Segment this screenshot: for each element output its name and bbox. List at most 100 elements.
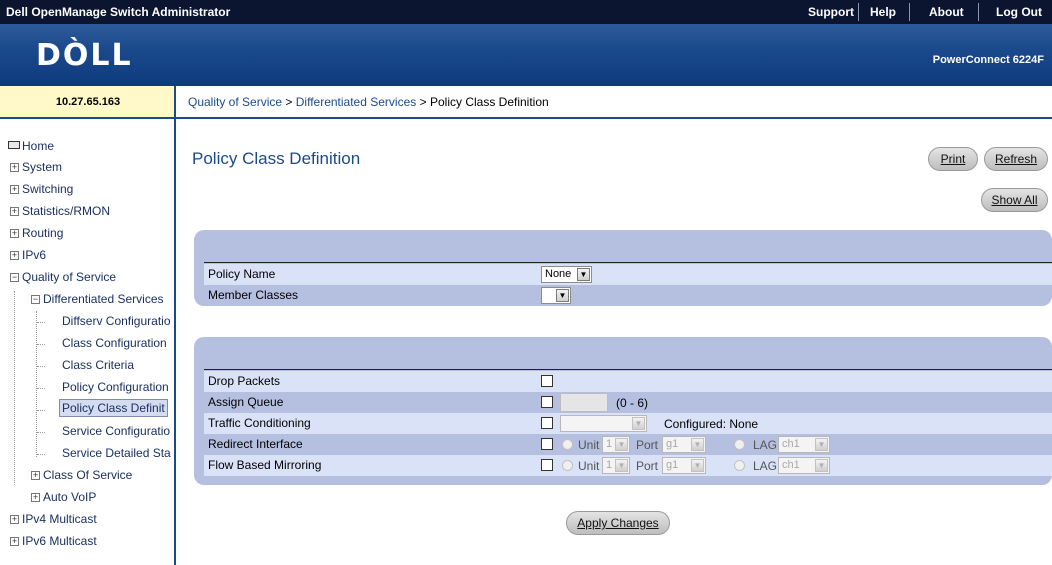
divider [978, 3, 979, 21]
drop-packets-row: Drop Packets [204, 371, 1052, 392]
sidebar-nav: Home + System + Switching + Statistics/RMON… [0, 119, 176, 565]
sidebar-item-qos[interactable]: − Quality of Service [10, 270, 116, 284]
sidebar-item-statistics[interactable]: + Statistics/RMON [10, 204, 110, 218]
tree-line [37, 388, 45, 389]
redirect-unit-value: 1 [606, 438, 613, 450]
breadcrumb-qos[interactable]: Quality of Service [188, 95, 282, 109]
support-link[interactable]: Support [808, 5, 854, 19]
redirect-lag-select[interactable]: ch1 ▼ [778, 436, 830, 453]
divider [909, 3, 910, 21]
show-all-button[interactable]: Show All [981, 188, 1048, 212]
tree-line [37, 454, 45, 455]
redirect-port-select[interactable]: g1 ▼ [662, 436, 706, 453]
flow-mirroring-label: Flow Based Mirroring [208, 458, 322, 472]
chevron-down-icon: ▼ [556, 289, 569, 302]
member-classes-row: Member Classes ▼ [204, 285, 1052, 306]
mirror-unit-radio[interactable] [562, 460, 573, 471]
expand-icon[interactable]: + [10, 185, 19, 194]
sidebar-item-class-of-service[interactable]: + Class Of Service [31, 468, 132, 482]
sidebar-item-label: IPv6 [22, 248, 47, 262]
main-content: Policy Class Definition Print Refresh Sh… [178, 121, 1052, 565]
assign-queue-checkbox[interactable] [541, 396, 553, 408]
sidebar-item-label: Routing [22, 226, 64, 240]
logout-link[interactable]: Log Out [996, 5, 1042, 19]
page-title: Policy Class Definition [192, 149, 361, 168]
sidebar-item-diffserv-config[interactable]: Diffserv Configuratio [62, 314, 171, 328]
apply-changes-button[interactable]: Apply Changes [566, 511, 670, 535]
member-classes-label: Member Classes [208, 288, 299, 302]
chevron-down-icon: ▼ [815, 438, 828, 451]
chevron-down-icon: ▼ [691, 438, 704, 451]
sidebar-item-label: Differentiated Services [43, 292, 164, 306]
redirect-unit-label: Unit [578, 438, 600, 452]
sidebar-item-label: Home [22, 139, 55, 153]
sidebar-item-home[interactable]: Home [8, 139, 54, 153]
sidebar-item-service-config[interactable]: Service Configuratio [62, 424, 170, 438]
expand-icon[interactable]: + [10, 163, 19, 172]
policy-name-select[interactable]: None ▼ [541, 266, 592, 283]
sidebar-item-auto-voip[interactable]: + Auto VoIP [31, 490, 96, 504]
sidebar-item-label: Auto VoIP [43, 490, 97, 504]
collapse-icon[interactable]: − [10, 273, 19, 282]
mirror-lag-radio[interactable] [734, 460, 745, 471]
sidebar-item-policy-config[interactable]: Policy Configuration [62, 380, 169, 394]
redirect-unit-select[interactable]: 1 ▼ [602, 436, 630, 453]
sidebar-item-service-detailed[interactable]: Service Detailed Sta [62, 446, 171, 460]
print-button[interactable]: Print [928, 147, 978, 171]
flow-mirroring-checkbox[interactable] [541, 459, 553, 471]
mirror-port-select[interactable]: g1 ▼ [662, 457, 706, 474]
sidebar-item-switching[interactable]: + Switching [10, 182, 73, 196]
breadcrumb-diffserv[interactable]: Differentiated Services [296, 95, 417, 109]
sidebar-item-ipv4-multicast[interactable]: + IPv4 Multicast [10, 512, 97, 526]
mirror-unit-value: 1 [606, 459, 613, 471]
expand-icon[interactable]: + [10, 207, 19, 216]
assign-queue-input[interactable] [560, 393, 608, 412]
mirror-lag-select[interactable]: ch1 ▼ [778, 457, 830, 474]
refresh-button[interactable]: Refresh [984, 147, 1048, 171]
expand-icon[interactable]: + [31, 471, 40, 480]
sidebar-item-system[interactable]: + System [10, 160, 62, 174]
sidebar-item-policy-class-definition[interactable]: Policy Class Definit [59, 399, 168, 417]
tree-line [36, 311, 37, 457]
sidebar-item-diffserv[interactable]: − Differentiated Services [31, 292, 164, 306]
tree-line [37, 410, 45, 411]
flow-mirroring-row: Flow Based Mirroring Unit 1 ▼ Port g1 ▼ … [204, 455, 1052, 476]
traffic-conditioning-select[interactable]: ▼ [560, 415, 647, 432]
configured-status: Configured: None [664, 417, 759, 431]
redirect-unit-radio[interactable] [562, 439, 573, 450]
traffic-conditioning-checkbox[interactable] [541, 417, 553, 429]
expand-icon[interactable]: + [10, 515, 19, 524]
drop-packets-checkbox[interactable] [541, 375, 553, 387]
sidebar-item-ipv6-multicast[interactable]: + IPv6 Multicast [10, 534, 97, 548]
breadcrumb-sep: > [419, 95, 427, 109]
assign-queue-label: Assign Queue [208, 395, 284, 409]
tree-line [37, 366, 45, 367]
divider [858, 3, 859, 21]
redirect-lag-radio[interactable] [734, 439, 745, 450]
expand-icon[interactable]: + [10, 229, 19, 238]
dell-logo: DÒLL [36, 38, 133, 73]
mirror-unit-select[interactable]: 1 ▼ [602, 457, 630, 474]
redirect-lag-label: LAG [753, 438, 778, 452]
sidebar-item-routing[interactable]: + Routing [10, 226, 63, 240]
chevron-down-icon: ▼ [815, 459, 828, 472]
breadcrumb-current: Policy Class Definition [429, 95, 549, 109]
tree-line [14, 291, 15, 485]
redirect-interface-row: Redirect Interface Unit 1 ▼ Port g1 ▼ LA… [204, 434, 1052, 455]
sidebar-item-label: IPv6 Multicast [22, 534, 97, 548]
collapse-icon[interactable]: − [31, 295, 40, 304]
sidebar-item-class-criteria[interactable]: Class Criteria [62, 358, 134, 372]
member-classes-select[interactable]: ▼ [541, 287, 571, 304]
sidebar-item-label: System [22, 160, 63, 174]
help-link[interactable]: Help [870, 5, 896, 19]
redirect-interface-checkbox[interactable] [541, 438, 553, 450]
policy-name-label: Policy Name [208, 267, 276, 281]
expand-icon[interactable]: + [31, 493, 40, 502]
sidebar-item-ipv6[interactable]: + IPv6 [10, 248, 46, 262]
expand-icon[interactable]: + [10, 251, 19, 260]
about-link[interactable]: About [929, 5, 964, 19]
expand-icon[interactable]: + [10, 537, 19, 546]
chevron-down-icon: ▼ [691, 459, 704, 472]
sidebar-item-class-config[interactable]: Class Configuration [62, 336, 167, 350]
chevron-down-icon: ▼ [615, 459, 628, 472]
